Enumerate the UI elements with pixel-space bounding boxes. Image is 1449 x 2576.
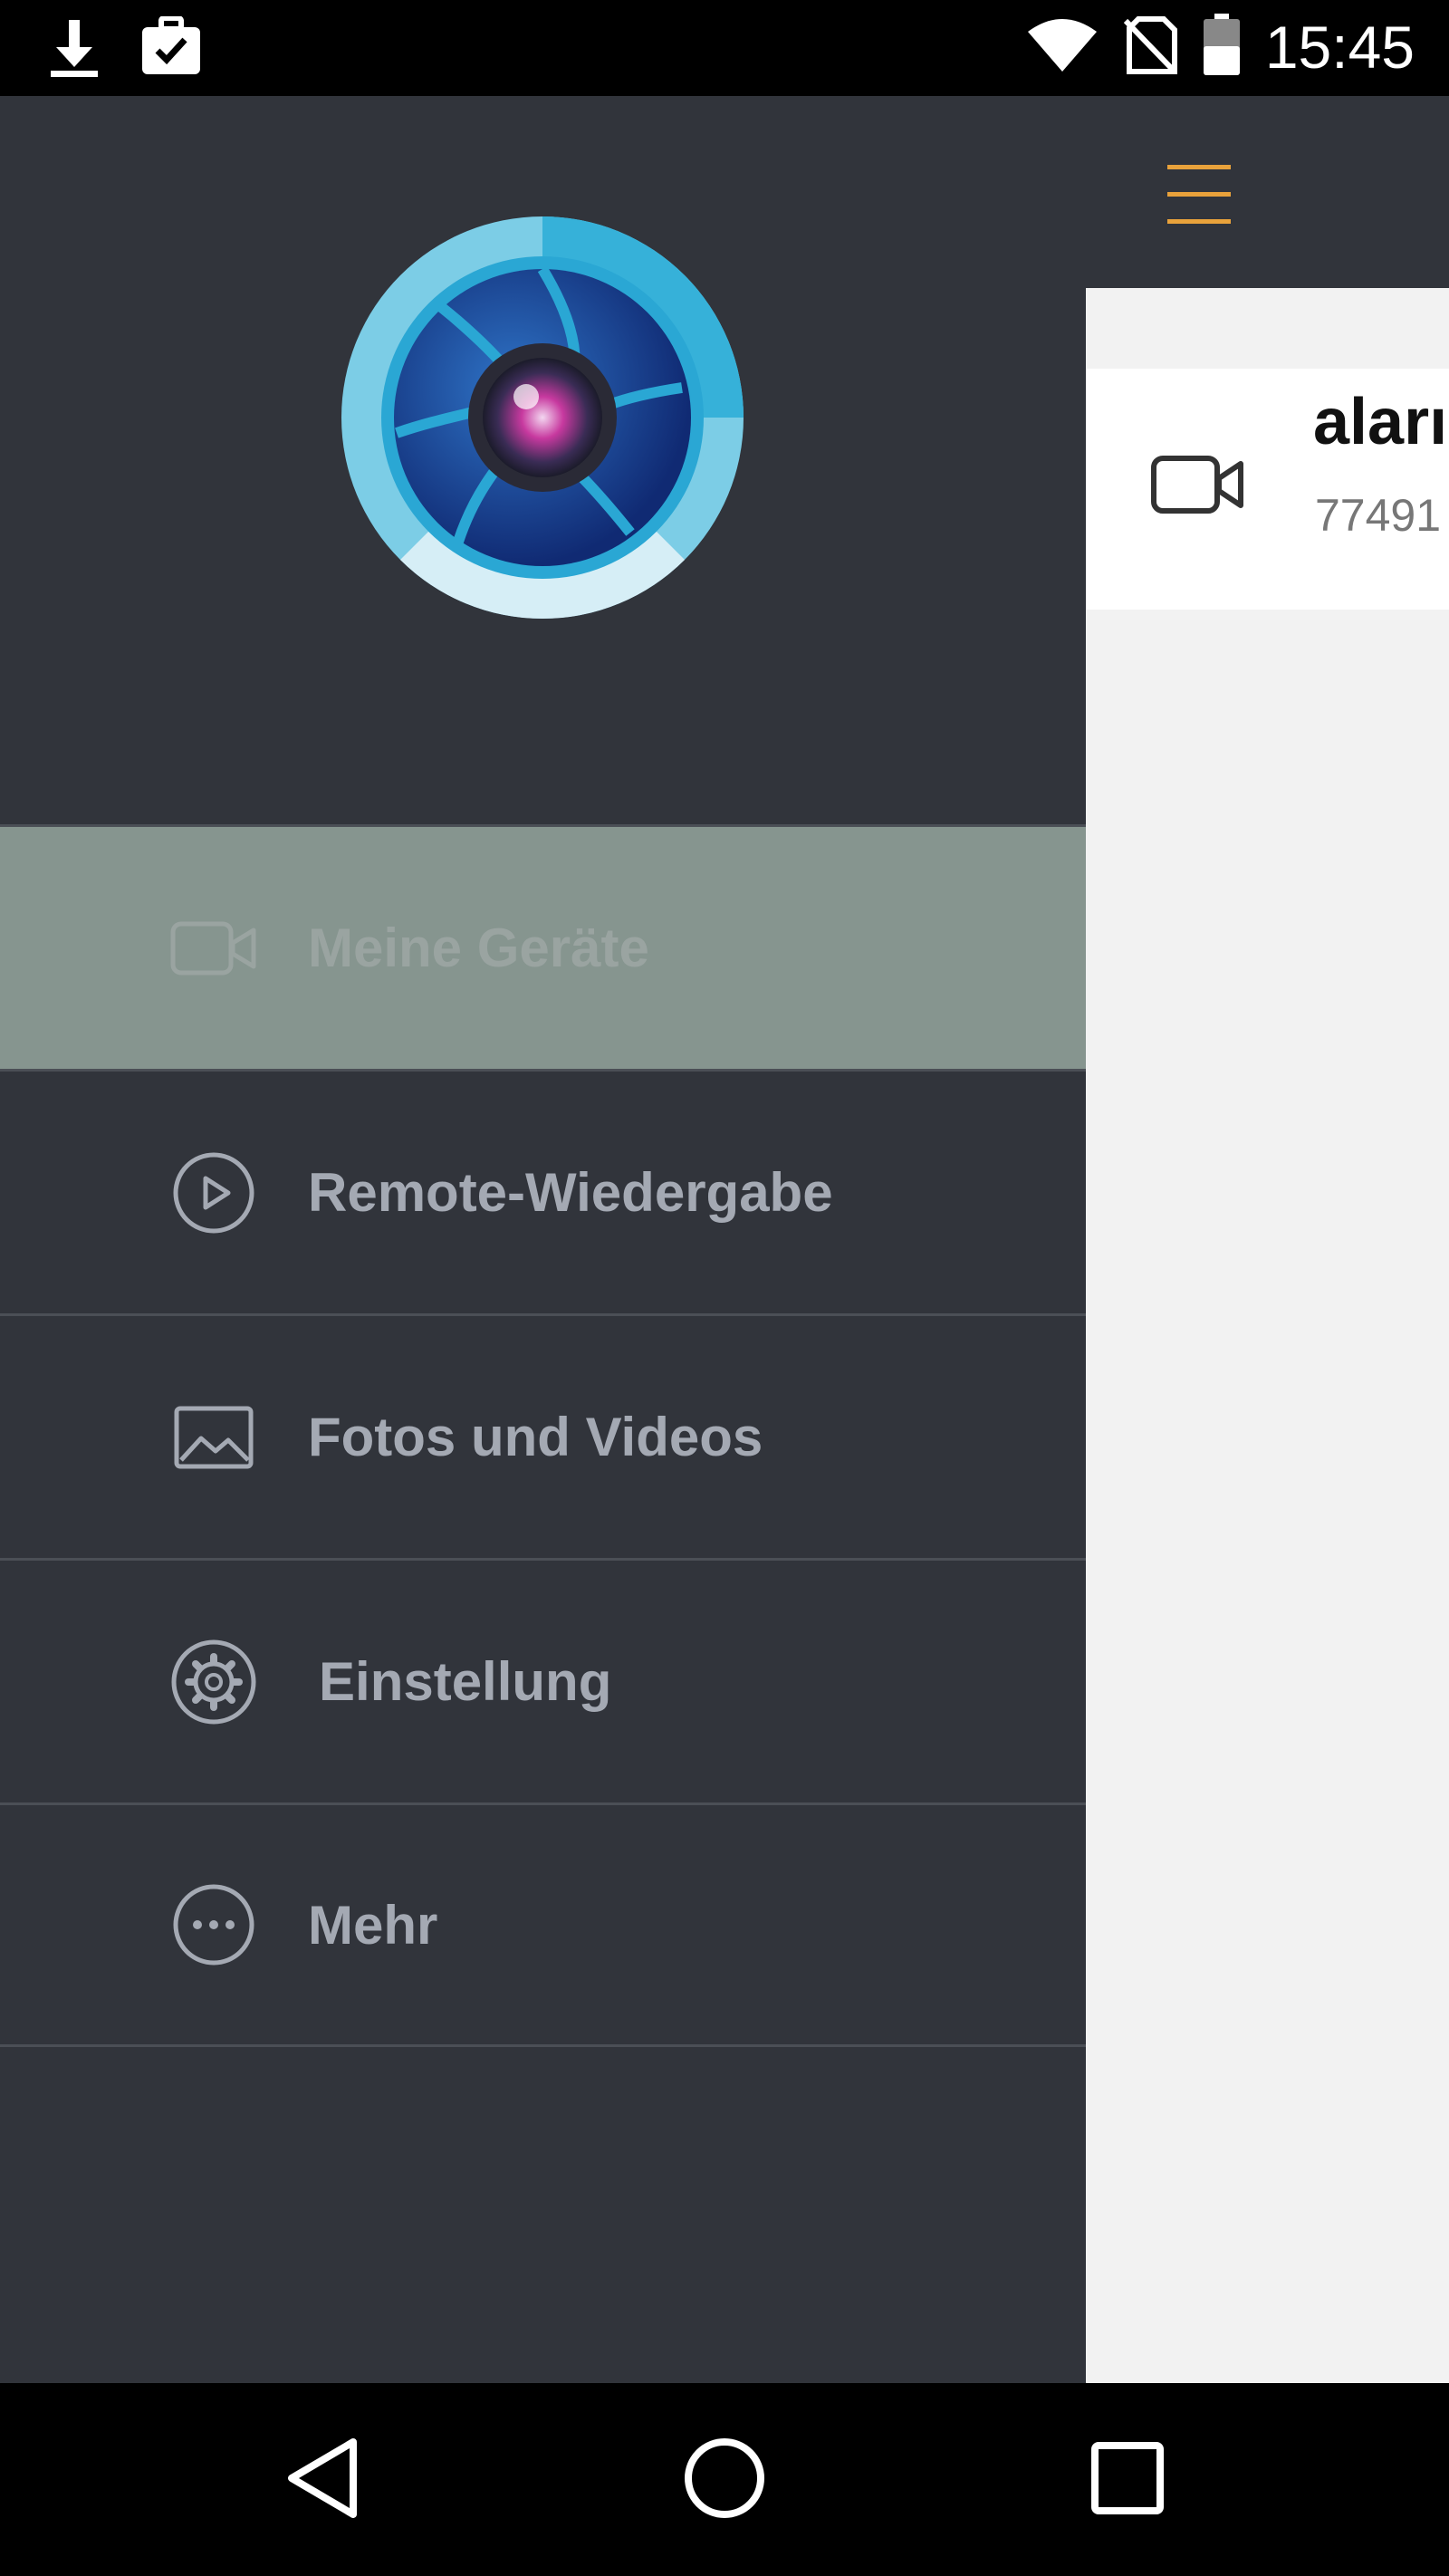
video-camera-icon bbox=[1150, 453, 1246, 521]
drawer-item-label: Remote-Wiedergabe bbox=[308, 1162, 833, 1223]
drawer-item-remote-wiedergabe[interactable]: Remote-Wiedergabe bbox=[0, 1069, 1086, 1313]
play-circle-icon bbox=[170, 1149, 257, 1236]
system-navigation-bar bbox=[0, 2383, 1449, 2576]
drawer-item-label: Fotos und Videos bbox=[308, 1407, 763, 1467]
status-bar: 15:45 bbox=[0, 0, 1449, 96]
top-app-bar bbox=[1086, 96, 1449, 288]
back-icon[interactable] bbox=[273, 2428, 373, 2528]
battery-icon bbox=[1202, 13, 1242, 82]
drawer-item-label: Einstellung bbox=[319, 1651, 612, 1712]
drawer-item-meine-geraete[interactable]: Meine Geräte bbox=[0, 824, 1086, 1069]
drawer-item-label: Meine Geräte bbox=[308, 918, 649, 978]
briefcase-check-icon bbox=[139, 15, 203, 84]
device-id: 77491 bbox=[1315, 490, 1442, 541]
home-icon[interactable] bbox=[675, 2428, 774, 2528]
drawer-item-mehr[interactable]: Mehr bbox=[0, 1802, 1086, 2047]
no-sim-icon bbox=[1122, 15, 1178, 80]
device-name: aları bbox=[1313, 386, 1448, 458]
navigation-drawer: Meine Geräte Remote-Wiedergabe Fotos und… bbox=[0, 96, 1086, 2383]
recents-icon[interactable] bbox=[1078, 2428, 1177, 2528]
image-icon bbox=[170, 1394, 257, 1481]
video-camera-icon bbox=[170, 905, 257, 992]
wifi-icon bbox=[1026, 17, 1099, 78]
drawer-menu: Meine Geräte Remote-Wiedergabe Fotos und… bbox=[0, 824, 1086, 2047]
download-icon bbox=[45, 16, 103, 84]
clock: 15:45 bbox=[1264, 14, 1415, 81]
drawer-item-einstellung[interactable]: Einstellung bbox=[0, 1558, 1086, 1802]
hamburger-menu-icon[interactable] bbox=[1164, 159, 1236, 232]
more-dots-icon bbox=[170, 1881, 257, 1968]
drawer-item-label: Mehr bbox=[308, 1894, 438, 1956]
gear-icon bbox=[170, 1639, 257, 1725]
drawer-item-fotos-und-videos[interactable]: Fotos und Videos bbox=[0, 1313, 1086, 1558]
camera-aperture-logo bbox=[341, 216, 744, 620]
